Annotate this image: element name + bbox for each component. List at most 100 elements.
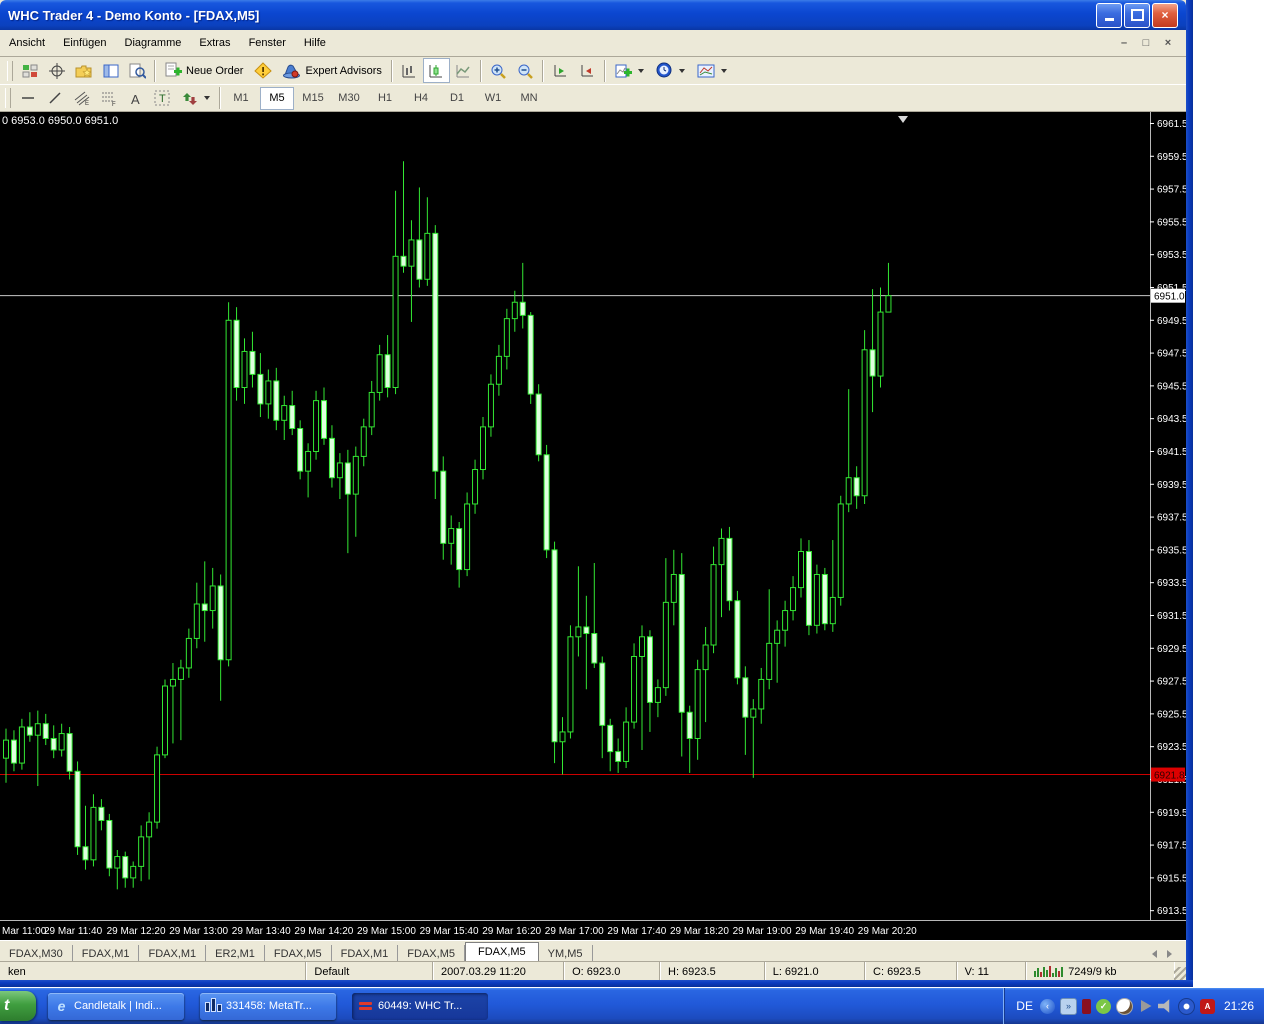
- bear-candle: [82, 846, 89, 861]
- volume-icon[interactable]: [1157, 999, 1170, 1013]
- bull-candle: [495, 355, 502, 385]
- market-watch-button[interactable]: [97, 58, 124, 83]
- arrows-button[interactable]: [176, 86, 216, 111]
- red-price-label: 6921.8: [1154, 771, 1185, 782]
- timeframe-button-m1[interactable]: M1: [224, 87, 258, 110]
- bear-candle: [456, 528, 463, 571]
- resize-grip[interactable]: [1173, 967, 1187, 981]
- data-window-button[interactable]: [124, 58, 151, 83]
- hide-icons-chevron[interactable]: ‹: [1039, 998, 1055, 1014]
- minimize-button[interactable]: [1096, 2, 1122, 28]
- menu-item-hilfe[interactable]: Hilfe: [295, 33, 335, 53]
- chart-window-button[interactable]: [16, 58, 43, 83]
- start-button[interactable]: t: [0, 991, 36, 1021]
- text-button[interactable]: A: [122, 86, 149, 111]
- trendline-button[interactable]: [41, 86, 68, 111]
- timeframe-button-d1[interactable]: D1: [440, 87, 474, 110]
- restore-button[interactable]: [1124, 2, 1150, 28]
- chart-tab-er2-m1[interactable]: ER2,M1: [206, 945, 265, 962]
- chart-background: [0, 112, 1186, 940]
- candlestick-chart[interactable]: 6961.56959.56957.56955.56953.56951.56949…: [0, 112, 1188, 940]
- toolbar-grip[interactable]: [5, 88, 11, 108]
- bear-candle: [583, 626, 590, 635]
- timeframe-button-h1[interactable]: H1: [368, 87, 402, 110]
- expert-advisors-button[interactable]: Expert Advisors: [276, 58, 387, 83]
- bull-candle: [670, 573, 677, 603]
- chart-tab-fdax-m5[interactable]: FDAX,M5: [265, 945, 332, 962]
- timeframe-button-mn[interactable]: MN: [512, 87, 546, 110]
- bar-chart-icon: [402, 64, 416, 77]
- new-order-button[interactable]: Neue Order: [159, 58, 249, 83]
- add-indicator-icon: [615, 64, 632, 77]
- text-label-button[interactable]: T: [149, 86, 176, 111]
- time-tick-label: 29 Mar 19:00: [733, 926, 792, 937]
- periods-button[interactable]: [650, 58, 691, 83]
- timeframe-button-h4[interactable]: H4: [404, 87, 438, 110]
- indicators-button[interactable]: [609, 58, 650, 83]
- battery-icon[interactable]: [1081, 998, 1091, 1014]
- cow-icon[interactable]: [1115, 997, 1133, 1015]
- bull-candle: [424, 232, 431, 280]
- bear-candle: [297, 428, 304, 472]
- bull-candle: [313, 400, 320, 452]
- alert-button[interactable]: [249, 58, 276, 83]
- timeframe-button-m15[interactable]: M15: [296, 87, 330, 110]
- zoom-out-button[interactable]: [512, 58, 539, 83]
- mdi-restore-button[interactable]: □: [1138, 37, 1154, 49]
- close-button[interactable]: ×: [1152, 2, 1178, 28]
- timeframe-button-m5[interactable]: M5: [260, 86, 294, 110]
- taskbar-button-0[interactable]: e Candletalk | Indi...: [48, 992, 184, 1020]
- taskbar-button-2[interactable]: 60449: WHC Tr...: [352, 992, 488, 1020]
- taskbar-button-1[interactable]: 331458: MetaTr...: [200, 992, 336, 1020]
- line-chart-mode-button[interactable]: [450, 58, 477, 83]
- window-controls: ×: [1096, 2, 1186, 28]
- bear-candle: [734, 600, 741, 679]
- chart-tab-fdax-m5[interactable]: FDAX,M5: [464, 942, 539, 962]
- system-tray: DE ‹ » ✓ A 21:26: [1003, 988, 1264, 1024]
- chart-tab-fdax-m1[interactable]: FDAX,M1: [332, 945, 399, 962]
- bear-candle: [66, 733, 73, 772]
- tab-scroll-left-icon[interactable]: [1152, 950, 1157, 958]
- bar-chart-mode-button[interactable]: [396, 58, 423, 83]
- menu-item-extras[interactable]: Extras: [190, 33, 239, 53]
- new-order-label: Neue Order: [186, 64, 244, 77]
- timeframe-button-w1[interactable]: W1: [476, 87, 510, 110]
- chart-shift-button[interactable]: [574, 58, 601, 83]
- taskbar-button-label: 60449: WHC Tr...: [378, 1000, 463, 1012]
- taskbar-clock[interactable]: 21:26: [1220, 999, 1254, 1013]
- menu-item-diagramme[interactable]: Diagramme: [116, 33, 191, 53]
- templates-button[interactable]: [691, 58, 733, 83]
- zoom-in-icon: [491, 64, 506, 79]
- arrow-icon[interactable]: [1140, 1000, 1152, 1012]
- zoom-in-button[interactable]: [485, 58, 512, 83]
- tab-scroll-right-icon[interactable]: [1167, 950, 1172, 958]
- chart-tab-fdax-m30[interactable]: FDAX,M30: [0, 945, 73, 962]
- timeframe-button-m30[interactable]: M30: [332, 87, 366, 110]
- language-indicator[interactable]: DE: [1016, 999, 1035, 1013]
- fibonacci-button[interactable]: F: [95, 86, 122, 111]
- chart-tab-fdax-m1[interactable]: FDAX,M1: [73, 945, 140, 962]
- ati-icon[interactable]: A: [1199, 998, 1215, 1014]
- chart-tab-fdax-m1[interactable]: FDAX,M1: [139, 945, 207, 962]
- menu-item-ansicht[interactable]: Ansicht: [0, 33, 54, 53]
- bear-candle: [599, 662, 606, 726]
- toolbar-grip[interactable]: [7, 60, 13, 81]
- time-tick-label: Mar 11:00: [2, 926, 47, 937]
- chart-tab-ym-m5[interactable]: YM,M5: [539, 945, 593, 962]
- menu-item-fenster[interactable]: Fenster: [240, 33, 295, 53]
- equidistant-channel-button[interactable]: E: [68, 86, 95, 111]
- disc-icon[interactable]: [1177, 997, 1195, 1015]
- horizontal-line-button[interactable]: [14, 86, 41, 111]
- mdi-close-button[interactable]: ×: [1160, 37, 1176, 49]
- favorites-button[interactable]: [70, 58, 97, 83]
- network-icon[interactable]: »: [1059, 997, 1077, 1015]
- antivirus-shield-icon[interactable]: ✓: [1095, 998, 1111, 1014]
- auto-scroll-button[interactable]: [547, 58, 574, 83]
- chart-tab-fdax-m5[interactable]: FDAX,M5: [398, 945, 465, 962]
- crosshair-icon: [48, 62, 65, 79]
- candle-chart-mode-button[interactable]: [422, 58, 450, 83]
- menu-item-einfügen[interactable]: Einfügen: [54, 33, 115, 53]
- chart-area[interactable]: 6961.5 6959.5 6957.5 6955.5 6953.5 6951.5 6949…: [0, 112, 1188, 940]
- mdi-minimize-button[interactable]: –: [1116, 37, 1132, 49]
- crosshair-button[interactable]: [43, 58, 70, 83]
